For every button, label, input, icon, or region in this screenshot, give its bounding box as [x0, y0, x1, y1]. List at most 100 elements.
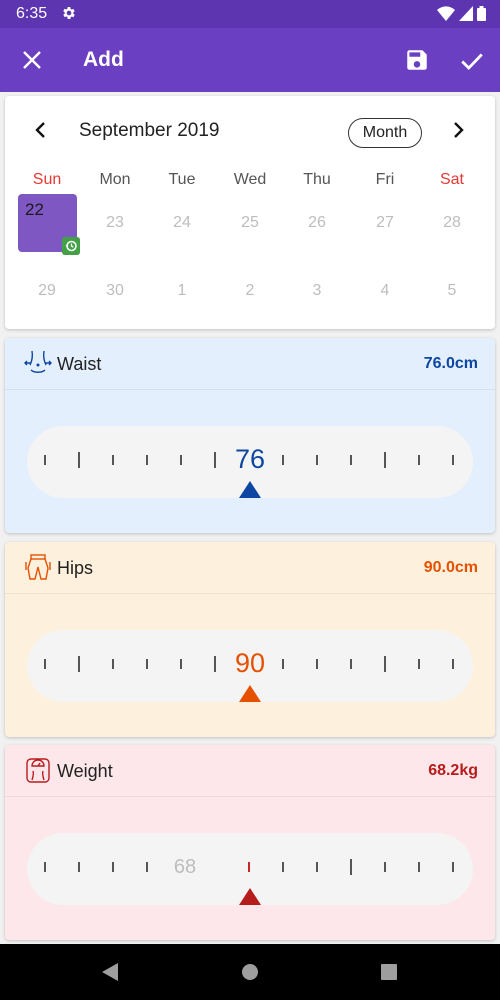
- divider: [5, 389, 495, 390]
- waist-label: Waist: [57, 354, 102, 374]
- app-bar: Add: [0, 28, 500, 92]
- weekday-label: Sun: [32, 171, 62, 188]
- navigation-bar: [0, 944, 500, 1000]
- confirm-check-icon[interactable]: [459, 48, 485, 74]
- waist-card: Waist 76.0cm 76: [5, 338, 495, 533]
- weight-ruler-pointer: [239, 888, 261, 905]
- calendar-day[interactable]: 5: [418, 282, 486, 300]
- ruler-tick: [214, 656, 216, 672]
- waist-ruler-number: 76: [234, 444, 266, 474]
- ruler-tick: [78, 862, 80, 872]
- recents-icon[interactable]: [380, 962, 398, 982]
- page-title: Add: [83, 48, 124, 71]
- status-bar: 6:35: [0, 0, 500, 28]
- calendar-day[interactable]: 27: [351, 214, 419, 232]
- ruler-tick: [112, 862, 114, 872]
- scale-icon: [26, 758, 50, 783]
- hips-label: Hips: [57, 558, 94, 578]
- waist-icon: [24, 350, 52, 373]
- hips-ruler-number: 90: [234, 648, 266, 678]
- calendar-day[interactable]: 23: [81, 214, 149, 232]
- weekday-label: Thu: [303, 171, 331, 188]
- signal-icon: [459, 6, 473, 21]
- ruler-tick: [282, 659, 284, 669]
- ruler-tick: [350, 859, 352, 875]
- ruler-tick: [44, 455, 46, 465]
- ruler-tick: [316, 862, 318, 872]
- weekday-label: Wed: [233, 171, 267, 188]
- ruler-tick: [146, 659, 148, 669]
- calendar-day[interactable]: 25: [216, 214, 284, 232]
- calendar-card: September 2019 Month Sun Mon Tue Wed Thu…: [5, 96, 495, 329]
- hips-ruler-pointer: [239, 685, 261, 702]
- weekday-label: Mon: [99, 171, 131, 188]
- month-title: September 2019: [79, 120, 220, 141]
- ruler-tick: [112, 455, 114, 465]
- weekday-label: Fri: [375, 171, 395, 188]
- home-icon[interactable]: [241, 962, 259, 982]
- settings-icon: [63, 7, 75, 19]
- calendar-day[interactable]: 28: [418, 214, 486, 232]
- weight-card: Weight 68.2kg 68: [5, 745, 495, 940]
- ruler-tick: [384, 452, 386, 468]
- ruler-tick: [282, 862, 284, 872]
- ruler-tick: [78, 656, 80, 672]
- status-time: 6:35: [16, 5, 48, 22]
- ruler-tick: [452, 862, 454, 872]
- ruler-tick: [44, 862, 46, 872]
- calendar-day[interactable]: 26: [283, 214, 351, 232]
- weight-ruler-number: 68: [173, 856, 197, 878]
- ruler-tick: [316, 455, 318, 465]
- history-icon: [62, 237, 80, 255]
- calendar-day[interactable]: 1: [148, 282, 216, 300]
- ruler-tick: [78, 452, 80, 468]
- waist-ruler-slider[interactable]: 76: [27, 426, 473, 498]
- ruler-tick: [316, 659, 318, 669]
- divider: [5, 796, 495, 797]
- hips-ruler-slider[interactable]: 90: [27, 630, 473, 702]
- next-month-icon[interactable]: [448, 120, 468, 140]
- selected-day-cell[interactable]: 22: [18, 194, 80, 255]
- divider: [5, 593, 495, 594]
- view-mode-button[interactable]: Month: [348, 118, 422, 148]
- back-icon[interactable]: [101, 962, 119, 982]
- ruler-tick: [452, 659, 454, 669]
- ruler-tick-current: [248, 862, 250, 872]
- ruler-tick: [452, 455, 454, 465]
- calendar-day[interactable]: 3: [283, 282, 351, 300]
- weight-value: 68.2kg: [428, 762, 478, 779]
- previous-month-icon[interactable]: [31, 120, 51, 140]
- ruler-tick: [418, 455, 420, 465]
- ruler-tick: [180, 659, 182, 669]
- waist-value: 76.0cm: [423, 355, 478, 372]
- ruler-tick: [214, 452, 216, 468]
- weight-ruler-slider[interactable]: 68: [27, 833, 473, 905]
- hips-icon: [25, 554, 51, 580]
- wifi-icon: [437, 6, 455, 21]
- ruler-tick: [350, 659, 352, 669]
- waist-ruler-pointer: [239, 481, 261, 498]
- weekday-label: Tue: [168, 171, 196, 188]
- selected-day-number: 22: [25, 200, 44, 219]
- ruler-tick: [350, 455, 352, 465]
- ruler-tick: [112, 659, 114, 669]
- calendar-day[interactable]: 29: [13, 282, 81, 300]
- calendar-day[interactable]: 24: [148, 214, 216, 232]
- save-icon[interactable]: [404, 47, 430, 73]
- close-icon[interactable]: [20, 48, 44, 72]
- hips-card: Hips 90.0cm 90: [5, 542, 495, 737]
- calendar-day[interactable]: 30: [81, 282, 149, 300]
- calendar-day[interactable]: 4: [351, 282, 419, 300]
- ruler-tick: [384, 656, 386, 672]
- calendar-day[interactable]: 2: [216, 282, 284, 300]
- battery-icon: [477, 6, 486, 21]
- ruler-tick: [146, 455, 148, 465]
- ruler-tick: [418, 862, 420, 872]
- ruler-tick: [282, 455, 284, 465]
- hips-value: 90.0cm: [423, 559, 478, 576]
- ruler-tick: [384, 862, 386, 872]
- ruler-tick: [146, 862, 148, 872]
- ruler-tick: [418, 659, 420, 669]
- weekday-label: Sat: [439, 171, 464, 188]
- ruler-tick: [44, 659, 46, 669]
